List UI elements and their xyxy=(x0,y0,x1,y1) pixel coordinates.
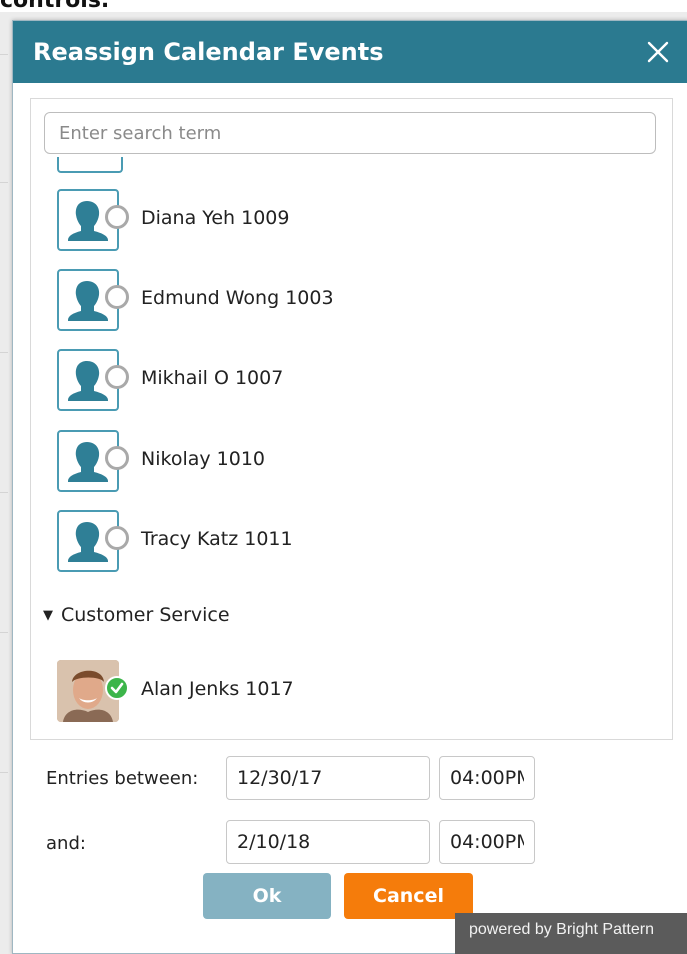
status-indicator xyxy=(105,285,129,309)
user-item[interactable]: Edmund Wong 1003 xyxy=(57,269,617,333)
end-time-input[interactable] xyxy=(439,820,535,864)
user-item[interactable]: Nikolay 1010 xyxy=(57,430,617,494)
user-item[interactable]: Tracy Katz 1011 xyxy=(57,510,617,574)
status-indicator xyxy=(105,205,129,229)
dialog-title: Reassign Calendar Events xyxy=(33,38,384,66)
group-header-customer-service[interactable]: ▼ Customer Service xyxy=(43,604,230,626)
reassign-calendar-events-dialog: Reassign Calendar Events Diana Yeh 1009 xyxy=(12,20,687,954)
user-name: Nikolay 1010 xyxy=(141,448,266,470)
user-item[interactable]: Diana Yeh 1009 xyxy=(57,189,617,253)
group-label: Customer Service xyxy=(61,604,230,626)
partial-avatar xyxy=(57,157,123,173)
start-date-input[interactable] xyxy=(226,756,430,800)
dialog-header: Reassign Calendar Events xyxy=(13,21,687,83)
status-indicator xyxy=(105,446,129,470)
user-list-panel[interactable]: Diana Yeh 1009 Edmund Wong 1003 Mikhail … xyxy=(30,98,673,740)
powered-by-footer: powered by Bright Pattern xyxy=(455,913,687,954)
ok-button[interactable]: Ok xyxy=(203,873,331,919)
end-date-input[interactable] xyxy=(226,820,430,864)
status-indicator xyxy=(105,526,129,550)
caret-down-icon: ▼ xyxy=(43,608,53,623)
status-indicator xyxy=(105,365,129,389)
cancel-button[interactable]: Cancel xyxy=(344,873,473,919)
user-name: Tracy Katz 1011 xyxy=(141,528,293,550)
user-name: Edmund Wong 1003 xyxy=(141,287,334,309)
user-item[interactable]: Mikhail O 1007 xyxy=(57,349,617,413)
entries-between-label: Entries between: xyxy=(46,768,199,789)
and-label: and: xyxy=(46,833,86,854)
search-input[interactable] xyxy=(44,112,656,154)
user-item[interactable]: Alan Jenks 1017 xyxy=(57,660,617,724)
user-name: Mikhail O 1007 xyxy=(141,367,284,389)
close-icon[interactable] xyxy=(646,40,670,64)
user-name: Diana Yeh 1009 xyxy=(141,207,290,229)
status-ok-icon xyxy=(105,676,129,700)
user-name: Alan Jenks 1017 xyxy=(141,678,294,700)
start-time-input[interactable] xyxy=(439,756,535,800)
